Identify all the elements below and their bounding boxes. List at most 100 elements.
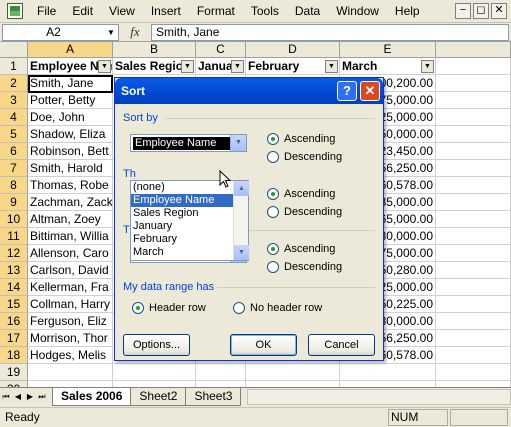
prev-sheet-icon[interactable]: ◀ bbox=[12, 389, 24, 405]
horizontal-scrollbar[interactable] bbox=[247, 389, 511, 405]
options-button[interactable]: Options... bbox=[123, 334, 190, 356]
radio-descending-2[interactable] bbox=[267, 206, 279, 218]
menu-window[interactable]: Window bbox=[328, 0, 387, 23]
table-cell[interactable]: Ferguson, Eliz bbox=[28, 313, 113, 330]
table-cell[interactable]: Potter, Betty bbox=[28, 92, 113, 109]
minimize-icon[interactable]: − bbox=[455, 3, 471, 19]
row-header[interactable]: 5 bbox=[0, 126, 28, 143]
header-cell[interactable]: March ▼ bbox=[340, 58, 436, 75]
sort2-ascending[interactable]: Ascending bbox=[267, 188, 335, 200]
autofilter-icon[interactable]: ▼ bbox=[181, 60, 194, 73]
tab-sheet3[interactable]: Sheet3 bbox=[185, 388, 242, 406]
formula-input[interactable]: Smith, Jane bbox=[151, 23, 509, 41]
menu-insert[interactable]: Insert bbox=[143, 0, 189, 23]
table-cell[interactable]: Hodges, Melis bbox=[28, 347, 113, 364]
list-item-employee-name[interactable]: Employee Name bbox=[131, 194, 233, 207]
radio-no-header-row[interactable] bbox=[233, 302, 245, 314]
row-header[interactable]: 7 bbox=[0, 160, 28, 177]
table-cell[interactable]: Allenson, Caro bbox=[28, 245, 113, 262]
last-sheet-icon[interactable]: ⏭ bbox=[36, 389, 48, 405]
menu-help[interactable]: Help bbox=[387, 0, 428, 23]
row-header[interactable]: 6 bbox=[0, 143, 28, 160]
tab-sales-2006[interactable]: Sales 2006 bbox=[52, 388, 132, 406]
table-cell[interactable] bbox=[436, 92, 511, 109]
first-sheet-icon[interactable]: ⏮ bbox=[0, 389, 12, 405]
table-cell[interactable] bbox=[436, 211, 511, 228]
column-header[interactable]: C bbox=[196, 42, 246, 58]
menu-edit[interactable]: Edit bbox=[64, 0, 101, 23]
table-cell[interactable] bbox=[436, 330, 511, 347]
list-scrollbar[interactable]: ▲ ▼ bbox=[233, 181, 249, 260]
autofilter-icon[interactable]: ▼ bbox=[325, 60, 338, 73]
row-header[interactable]: 4 bbox=[0, 109, 28, 126]
table-cell[interactable] bbox=[436, 160, 511, 177]
tab-sheet2[interactable]: Sheet2 bbox=[130, 388, 187, 406]
function-icon[interactable]: fx bbox=[119, 24, 151, 40]
row-header[interactable]: 16 bbox=[0, 313, 28, 330]
row-header[interactable]: 9 bbox=[0, 194, 28, 211]
radio-descending-3[interactable] bbox=[267, 261, 279, 273]
header-cell[interactable]: February ▼ bbox=[246, 58, 340, 75]
table-cell[interactable]: Bittiman, Willia bbox=[28, 228, 113, 245]
restore-icon[interactable]: ◻ bbox=[473, 3, 489, 19]
row-header[interactable]: 11 bbox=[0, 228, 28, 245]
radio-ascending-3[interactable] bbox=[267, 243, 279, 255]
radio-ascending-1[interactable] bbox=[267, 133, 279, 145]
table-cell[interactable]: Morrison, Thor bbox=[28, 330, 113, 347]
table-cell[interactable] bbox=[436, 262, 511, 279]
header-cell[interactable]: Employee Name▼ bbox=[28, 58, 113, 75]
row-header[interactable]: 19 bbox=[0, 364, 28, 381]
list-item-february[interactable]: February bbox=[131, 233, 233, 246]
table-cell[interactable]: Carlson, David bbox=[28, 262, 113, 279]
table-cell[interactable] bbox=[113, 364, 196, 381]
row-header[interactable]: 18 bbox=[0, 347, 28, 364]
list-item-january[interactable]: January bbox=[131, 220, 233, 233]
select-all-corner[interactable] bbox=[0, 42, 28, 58]
scroll-down-icon[interactable]: ▼ bbox=[234, 245, 249, 260]
table-cell[interactable] bbox=[436, 75, 511, 92]
menu-view[interactable]: View bbox=[101, 0, 143, 23]
menu-tools[interactable]: Tools bbox=[243, 0, 287, 23]
row-header[interactable]: 14 bbox=[0, 279, 28, 296]
table-cell[interactable]: Smith, Harold bbox=[28, 160, 113, 177]
cancel-button[interactable]: Cancel bbox=[308, 334, 375, 356]
autofilter-icon[interactable]: ▼ bbox=[421, 60, 434, 73]
sort1-ascending[interactable]: Ascending bbox=[267, 133, 335, 145]
row-header[interactable]: 3 bbox=[0, 92, 28, 109]
column-header[interactable]: A bbox=[28, 42, 113, 58]
table-cell[interactable] bbox=[436, 347, 511, 364]
header-cell[interactable]: January ▼ bbox=[196, 58, 246, 75]
row-header[interactable]: 17 bbox=[0, 330, 28, 347]
table-cell[interactable]: Doe, John bbox=[28, 109, 113, 126]
table-cell[interactable] bbox=[436, 296, 511, 313]
column-header[interactable]: B bbox=[113, 42, 196, 58]
row-header[interactable]: 8 bbox=[0, 177, 28, 194]
table-cell[interactable] bbox=[436, 109, 511, 126]
menu-data[interactable]: Data bbox=[287, 0, 328, 23]
menu-file[interactable]: File bbox=[29, 0, 64, 23]
sort3-descending[interactable]: Descending bbox=[267, 261, 342, 273]
table-cell[interactable] bbox=[196, 364, 246, 381]
radio-ascending-2[interactable] bbox=[267, 188, 279, 200]
close-window-icon[interactable]: ✕ bbox=[491, 3, 507, 19]
table-cell[interactable]: Altman, Zoey bbox=[28, 211, 113, 228]
row-header[interactable]: 13 bbox=[0, 262, 28, 279]
table-cell[interactable] bbox=[28, 364, 113, 381]
table-cell[interactable]: Zachman, Zack bbox=[28, 194, 113, 211]
ok-button[interactable]: OK bbox=[230, 334, 297, 356]
table-cell[interactable] bbox=[436, 58, 511, 75]
table-cell[interactable] bbox=[340, 364, 436, 381]
sort-field-list[interactable]: (none) Employee Name Sales Region Januar… bbox=[130, 180, 249, 261]
chevron-down-icon[interactable]: ▼ bbox=[104, 25, 118, 40]
table-cell[interactable]: Kellerman, Fra bbox=[28, 279, 113, 296]
table-cell[interactable] bbox=[246, 364, 340, 381]
table-cell[interactable]: Collman, Harry bbox=[28, 296, 113, 313]
name-box[interactable]: A2 ▼ bbox=[2, 23, 119, 41]
radio-header-row[interactable] bbox=[132, 302, 144, 314]
menu-format[interactable]: Format bbox=[189, 0, 243, 23]
table-cell[interactable]: Thomas, Robe bbox=[28, 177, 113, 194]
table-cell[interactable]: Smith, Jane bbox=[28, 75, 113, 92]
sort-by-combo[interactable]: Employee Name ▼ bbox=[130, 134, 247, 152]
table-cell[interactable] bbox=[436, 228, 511, 245]
list-item-sales-region[interactable]: Sales Region bbox=[131, 207, 233, 220]
